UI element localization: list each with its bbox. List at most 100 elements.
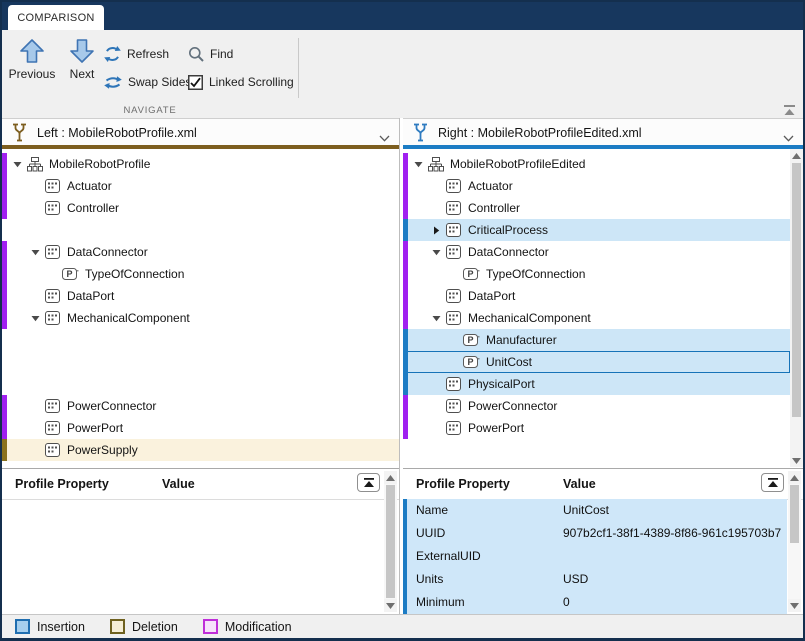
previous-button[interactable]: Previous [4, 38, 60, 81]
diff-edge-modification [2, 395, 7, 417]
tree-item[interactable]: PowerPort [403, 417, 790, 439]
stereotype-icon [444, 421, 463, 435]
scroll-down-button[interactable] [384, 599, 397, 612]
diff-edge-modification [403, 285, 408, 307]
scrollbar[interactable] [788, 471, 801, 612]
tree-item-label: Actuator [468, 179, 513, 193]
expander-expanded-icon[interactable] [10, 161, 25, 168]
scroll-down-button[interactable] [788, 599, 801, 612]
expander-expanded-icon[interactable] [28, 315, 43, 322]
collapse-panel-button[interactable] [357, 473, 380, 492]
svg-text:P: P [467, 357, 473, 367]
next-label: Next [70, 67, 95, 81]
tree-item-label: MechanicalComponent [468, 311, 591, 325]
tree-item-label: DataPort [468, 289, 515, 303]
ribbon-collapse-button[interactable] [782, 104, 796, 116]
tree-item[interactable]: PhysicalPort [403, 373, 790, 395]
tree-item[interactable]: CriticalProcess [403, 219, 790, 241]
scroll-thumb[interactable] [792, 163, 801, 417]
stereotype-icon [444, 223, 463, 237]
stereotype-icon [43, 421, 62, 435]
expander-collapsed-icon[interactable] [429, 226, 444, 235]
expander-expanded-icon[interactable] [429, 315, 444, 322]
tree-item-label: PhysicalPort [468, 377, 535, 391]
previous-label: Previous [9, 67, 56, 81]
tree-item[interactable]: PowerPort [2, 417, 399, 439]
stereotype-icon [43, 443, 62, 457]
right-pane-title: Right : MobileRobotProfileEdited.xml [438, 126, 642, 140]
next-button[interactable]: Next [60, 38, 104, 81]
refresh-button[interactable]: Refresh [104, 45, 169, 63]
right-tree-scrollbar[interactable] [790, 149, 803, 467]
tree-item[interactable]: MechanicalComponent [403, 307, 790, 329]
comparison-window: COMPARISON Previous Next Refresh Swap Si… [0, 0, 805, 641]
tree-item[interactable]: DataConnector [2, 241, 399, 263]
svg-text:P: P [66, 269, 72, 279]
expander-expanded-icon[interactable] [411, 161, 426, 168]
scroll-thumb[interactable] [386, 485, 395, 598]
expander-expanded-icon[interactable] [28, 249, 43, 256]
swap-sides-label: Swap Sides [128, 75, 191, 89]
tree-item[interactable]: Controller [403, 197, 790, 219]
tree-item[interactable]: P UnitCost [403, 351, 790, 373]
swap-sides-button[interactable]: Swap Sides [104, 73, 191, 91]
tree-item-label: MechanicalComponent [67, 311, 190, 325]
property-row[interactable]: Minimum0 [403, 591, 787, 614]
tree-item[interactable]: Actuator [2, 175, 399, 197]
tree-row-blank [2, 373, 399, 395]
stereotype-icon [444, 399, 463, 413]
tree-item[interactable]: PowerConnector [2, 395, 399, 417]
linked-scrolling-checkbox[interactable]: Linked Scrolling [188, 73, 294, 91]
tree-item[interactable]: DataPort [403, 285, 790, 307]
property-row[interactable]: UUID907b2cf1-38f1-4389-8f86-961c195703b7 [403, 522, 787, 545]
tree-item[interactable]: Actuator [403, 175, 790, 197]
property-column-header: Profile Property [416, 477, 510, 491]
stereotype-icon [43, 201, 62, 215]
scroll-up-button[interactable] [384, 471, 397, 484]
diff-edge-modification [2, 285, 7, 307]
left-property-panel: Profile Property Value [2, 468, 399, 614]
tree-item-label: UnitCost [486, 355, 532, 369]
diff-edge-modification [2, 175, 7, 197]
expander-expanded-icon[interactable] [429, 249, 444, 256]
find-button[interactable]: Find [188, 45, 233, 63]
tree-item[interactable]: PTypeOfConnection [403, 263, 790, 285]
stereotype-icon [444, 311, 463, 325]
property-row[interactable]: UnitsUSD [403, 568, 787, 591]
tree-item[interactable]: P Manufacturer [403, 329, 790, 351]
scroll-up-button[interactable] [788, 471, 801, 484]
property-row[interactable]: NameUnitCost [403, 499, 787, 522]
scrollbar[interactable] [384, 471, 397, 612]
tree-item[interactable]: PTypeOfConnection [2, 263, 399, 285]
tree-item-label: Manufacturer [486, 333, 557, 347]
tree-item[interactable]: Controller [2, 197, 399, 219]
stereotype-icon [43, 311, 62, 325]
checkbox-checked-icon[interactable] [188, 75, 203, 90]
scroll-thumb[interactable] [790, 485, 799, 543]
arrow-up-icon [18, 38, 46, 64]
scroll-up-button[interactable] [790, 149, 803, 162]
property-name: Units [416, 572, 443, 586]
tree-item[interactable]: DataPort [2, 285, 399, 307]
property-value: UnitCost [563, 503, 609, 517]
tree-item[interactable]: DataConnector [403, 241, 790, 263]
arrow-down-icon [68, 38, 96, 64]
diff-edge-modification [403, 395, 408, 417]
tree-item[interactable]: MechanicalComponent [2, 307, 399, 329]
svg-text:P: P [467, 335, 473, 345]
property-row[interactable]: ExternalUID [403, 545, 787, 568]
diff-edge-modification [403, 241, 408, 263]
tree-item[interactable]: MobileRobotProfileEdited [403, 153, 790, 175]
stereotype-icon [444, 179, 463, 193]
tree-item[interactable]: PowerConnector [403, 395, 790, 417]
deletion-swatch-icon [110, 619, 125, 634]
scroll-down-button[interactable] [790, 454, 803, 467]
tab-comparison[interactable]: COMPARISON [8, 5, 104, 30]
swap-icon [104, 75, 122, 90]
tree-item-label: TypeOfConnection [486, 267, 585, 281]
diff-edge-modification [403, 197, 408, 219]
tree-item[interactable]: PowerSupply [2, 439, 399, 461]
tree-item[interactable]: MobileRobotProfile [2, 153, 399, 175]
collapse-panel-button[interactable] [761, 473, 784, 492]
property-name: UUID [416, 526, 445, 540]
